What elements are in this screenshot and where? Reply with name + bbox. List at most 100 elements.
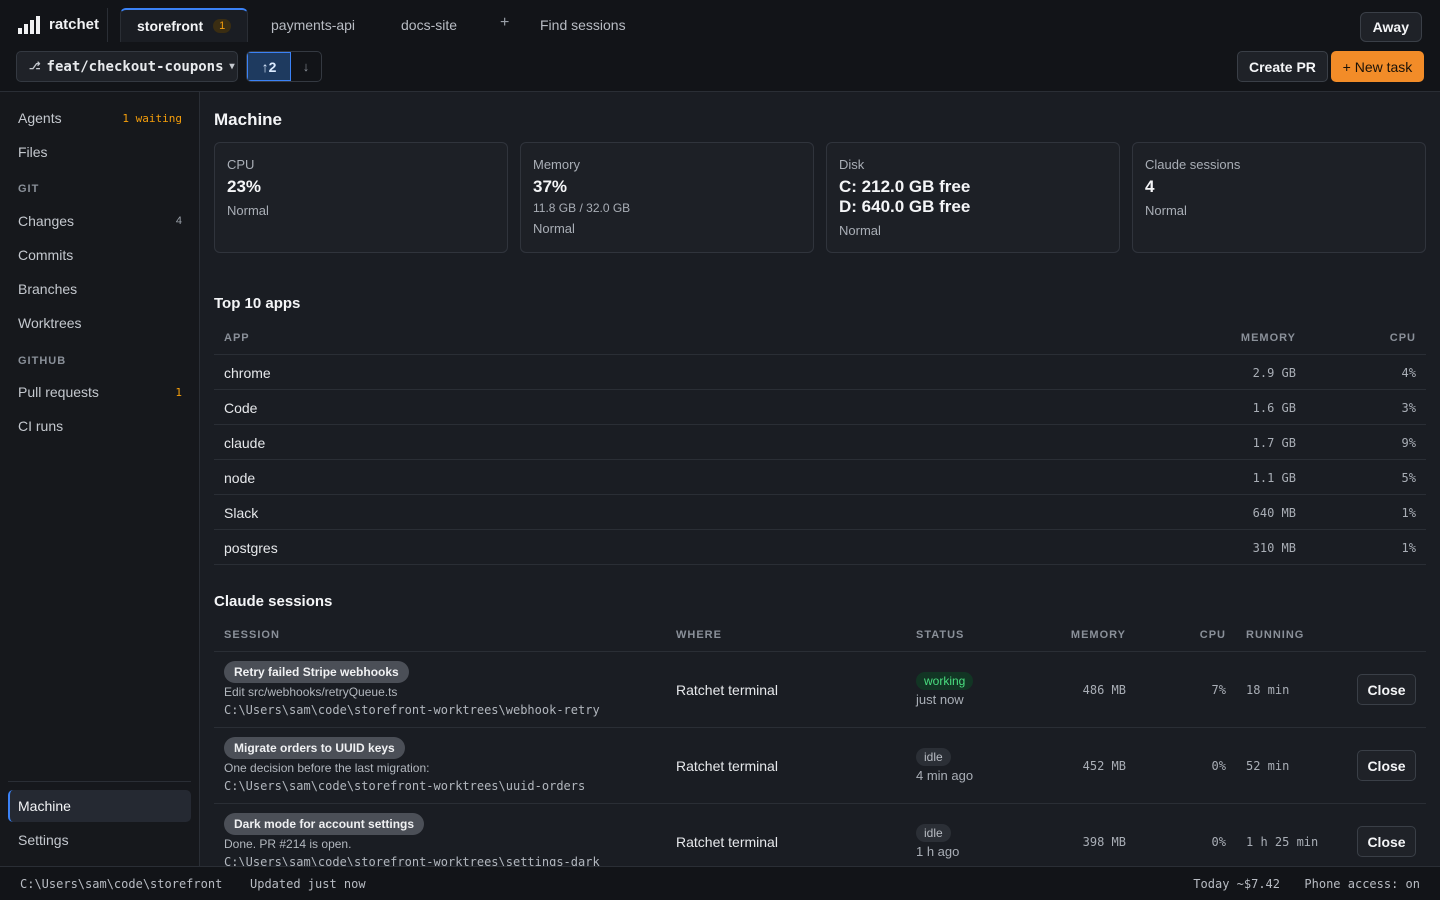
sidebar-item-commits[interactable]: Commits: [18, 247, 182, 263]
sidebar-item-label: Agents: [18, 110, 62, 126]
away-button[interactable]: Away: [1359, 12, 1422, 42]
session-path: C:\Users\sam\code\storefront-worktrees\w…: [224, 703, 600, 717]
app-memory: 1.6 GB: [1252, 401, 1296, 415]
page-title: Machine: [214, 110, 283, 129]
sidebar-item-settings[interactable]: Settings: [18, 832, 182, 848]
app-name: chrome: [224, 365, 271, 381]
table-row: chrome 2.9 GB 4%: [214, 355, 1426, 390]
app-name: node: [224, 470, 256, 486]
app-memory: 1.7 GB: [1252, 436, 1296, 450]
session-where: Ratchet terminal: [676, 834, 778, 850]
bar-chart-logo-icon: [18, 14, 40, 34]
card-sub: 11.8 GB / 32.0 GB: [533, 201, 631, 215]
new-task-button[interactable]: + New task: [1331, 51, 1424, 82]
app-cpu: 3%: [1401, 401, 1416, 415]
sidebar-item-pull-requests[interactable]: Pull requests 1: [18, 384, 182, 400]
disk-card: Disk C: 212.0 GB free D: 640.0 GB free N…: [826, 142, 1120, 253]
session-where: Ratchet terminal: [676, 682, 778, 698]
card-label: Memory: [533, 157, 580, 172]
session-name[interactable]: Retry failed Stripe webhooks: [224, 661, 409, 683]
sidebar-item-worktrees[interactable]: Worktrees: [18, 315, 182, 331]
table-row: node 1.1 GB 5%: [214, 460, 1426, 495]
session-cpu: 0%: [1211, 759, 1226, 773]
tab-storefront[interactable]: storefront 1: [120, 8, 249, 42]
branch-selector[interactable]: ⎇ feat/checkout-coupons ▾: [16, 51, 238, 82]
session-desc: Done. PR #214 is open.: [224, 837, 352, 851]
sidebar-item-ci-runs[interactable]: CI runs: [18, 418, 182, 434]
card-value: D: 640.0 GB free: [839, 197, 971, 216]
sidebar-item-label: Changes: [18, 213, 75, 229]
column-header: RUNNING: [1246, 629, 1305, 641]
sidebar-item-agents[interactable]: Agents 1 waiting: [18, 110, 182, 126]
waiting-badge: 1 waiting: [122, 111, 182, 125]
card-label: CPU: [227, 157, 255, 172]
tab-payments-api[interactable]: payments-api: [255, 8, 371, 42]
sidebar-item-machine[interactable]: Machine: [8, 790, 191, 822]
chevron-down-icon: ▾: [229, 61, 235, 72]
create-pr-button[interactable]: Create PR: [1237, 51, 1328, 82]
sidebar-item-label: Machine: [18, 798, 71, 814]
sidebar-item-label: Pull requests: [18, 384, 99, 400]
session-row: Dark mode for account settings Done. PR …: [214, 804, 1426, 866]
session-name[interactable]: Migrate orders to UUID keys: [224, 737, 405, 759]
column-header: WHERE: [676, 629, 722, 641]
status-badge: idle: [916, 748, 951, 766]
sidebar: Agents 1 waiting Files GIT Changes 4 Com…: [0, 92, 200, 866]
tab-docs-site[interactable]: docs-site: [385, 8, 473, 42]
card-status: Normal: [533, 221, 575, 236]
app-memory: 310 MB: [1252, 541, 1296, 555]
sidebar-item-label: Settings: [18, 832, 69, 848]
session-ago: 4 min ago: [916, 768, 974, 783]
card-status: Normal: [227, 203, 269, 218]
sidebar-heading-github: GITHUB: [18, 355, 67, 367]
table-header: APP MEMORY CPU: [214, 320, 1426, 355]
app-cpu: 1%: [1401, 506, 1416, 520]
column-header: SESSION: [224, 629, 280, 641]
status-badge: idle: [916, 824, 951, 842]
close-session-button[interactable]: Close: [1357, 674, 1416, 705]
card-value: 23%: [227, 177, 262, 196]
sidebar-item-branches[interactable]: Branches: [18, 281, 182, 297]
table-row: postgres 310 MB 1%: [214, 530, 1426, 565]
card-value: 4: [1145, 177, 1155, 196]
sidebar-item-label: CI runs: [18, 418, 64, 434]
session-ago: 1 h ago: [916, 844, 960, 859]
sidebar-item-label: Branches: [18, 281, 78, 297]
cpu-card: CPU 23% Normal: [214, 142, 508, 253]
section-title: Claude sessions: [214, 593, 333, 610]
session-name[interactable]: Dark mode for account settings: [224, 813, 425, 835]
close-session-button[interactable]: Close: [1357, 826, 1416, 857]
status-phone-access[interactable]: Phone access: on: [1304, 877, 1420, 891]
app-logo: ratchet: [18, 14, 99, 34]
branch-name: feat/checkout-coupons: [46, 58, 224, 75]
table-row: Slack 640 MB 1%: [214, 495, 1426, 530]
branch-icon: ⎇: [29, 61, 41, 72]
status-badge: working: [916, 672, 974, 690]
session-ago: just now: [916, 692, 964, 707]
sidebar-item-files[interactable]: Files: [18, 144, 182, 160]
session-desc: One decision before the last migration:: [224, 761, 430, 775]
app-cpu: 4%: [1401, 366, 1416, 380]
app-name: ratchet: [49, 15, 100, 33]
session-path: C:\Users\sam\code\storefront-worktrees\u…: [224, 779, 586, 793]
status-cost: Today ~$7.42: [1193, 877, 1280, 891]
pull-button[interactable]: ↓: [291, 52, 321, 81]
table-row: claude 1.7 GB 9%: [214, 425, 1426, 460]
add-tab-button[interactable]: +: [500, 14, 509, 32]
app-memory: 1.1 GB: [1252, 471, 1296, 485]
find-sessions-button[interactable]: Find sessions: [540, 17, 626, 33]
push-button[interactable]: ↑2: [247, 52, 291, 81]
sidebar-item-label: Commits: [18, 247, 74, 263]
status-path: C:\Users\sam\code\storefront: [20, 877, 223, 891]
app-name: Code: [224, 400, 258, 416]
session-running: 1 h 25 min: [1246, 835, 1319, 849]
app-memory: 640 MB: [1252, 506, 1296, 520]
close-session-button[interactable]: Close: [1357, 750, 1416, 781]
session-path: C:\Users\sam\code\storefront-worktrees\s…: [224, 855, 600, 866]
sidebar-heading-git: GIT: [18, 183, 40, 195]
app-cpu: 1%: [1401, 541, 1416, 555]
column-header: CPU: [1389, 332, 1416, 344]
sidebar-item-changes[interactable]: Changes 4: [18, 213, 182, 229]
session-desc: Edit src/webhooks/retryQueue.ts: [224, 685, 398, 699]
sidebar-item-label: Files: [18, 144, 48, 160]
